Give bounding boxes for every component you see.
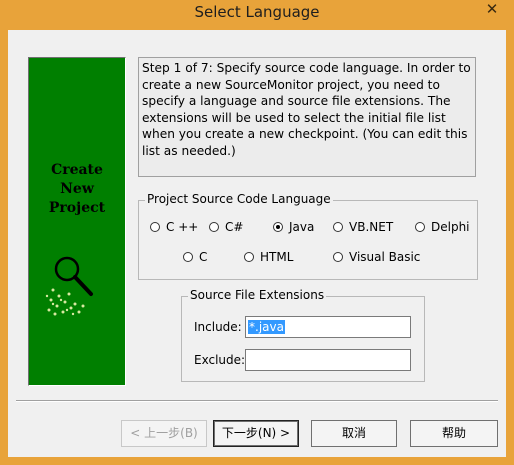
next-button[interactable]: 下一步(N) > [213, 420, 299, 447]
radio-button-icon [150, 222, 160, 232]
radio-java[interactable]: Java [273, 220, 314, 234]
step-description: Step 1 of 7: Specify source code languag… [138, 57, 476, 177]
language-group-label: Project Source Code Language [145, 192, 333, 206]
radio-cpp[interactable]: C ++ [150, 220, 198, 234]
dialog-body: Create New Project Step 1 of 7: Specify … [8, 30, 506, 457]
radio-label: HTML [260, 250, 294, 264]
magnifier-icon [45, 256, 93, 316]
radio-label: C# [225, 220, 244, 234]
side-panel-line: Project [48, 200, 106, 216]
window-title: Select Language [194, 3, 320, 21]
include-field[interactable]: *.java [245, 316, 411, 338]
radio-visual-basic[interactable]: Visual Basic [333, 250, 420, 264]
title-bar[interactable]: Select Language ✕ [0, 0, 514, 30]
exclude-field[interactable] [245, 349, 411, 371]
radio-label: Java [289, 220, 315, 234]
exclude-label: Exclude: [194, 353, 246, 367]
radio-button-icon [415, 222, 425, 232]
radio-label: Delphi [431, 220, 470, 234]
extensions-group: Source File Extensions Include: *.java E… [181, 288, 425, 382]
side-panel-title: Create New Project [29, 161, 125, 218]
language-group: Project Source Code Language C ++ C# Jav… [138, 192, 478, 280]
radio-html[interactable]: HTML [244, 250, 293, 264]
side-panel: Create New Project [28, 57, 126, 386]
radio-button-icon [183, 252, 193, 262]
radio-button-icon [333, 222, 343, 232]
dialog-window: Select Language ✕ Create New Project Ste… [0, 0, 514, 465]
side-panel-line: Create [51, 162, 103, 178]
radio-button-icon [244, 252, 254, 262]
radio-vbnet[interactable]: VB.NET [333, 220, 393, 234]
include-label: Include: [194, 320, 242, 334]
radio-delphi[interactable]: Delphi [415, 220, 470, 234]
radio-label: C ++ [166, 220, 199, 234]
cancel-button[interactable]: 取消 [311, 420, 397, 447]
close-icon[interactable]: ✕ [479, 0, 505, 20]
include-field-value: *.java [248, 320, 285, 334]
radio-csharp[interactable]: C# [209, 220, 243, 234]
extensions-group-label: Source File Extensions [188, 288, 327, 302]
back-button[interactable]: < 上一步(B) [121, 420, 207, 447]
radio-button-icon [209, 222, 219, 232]
radio-button-icon [333, 252, 343, 262]
radio-label: C [199, 250, 208, 264]
radio-label: Visual Basic [349, 250, 421, 264]
radio-c[interactable]: C [183, 250, 207, 264]
side-panel-line: New [60, 181, 94, 197]
divider [16, 400, 498, 402]
radio-label: VB.NET [349, 220, 394, 234]
radio-button-selected-icon [273, 222, 283, 232]
help-button[interactable]: 帮助 [410, 420, 498, 447]
